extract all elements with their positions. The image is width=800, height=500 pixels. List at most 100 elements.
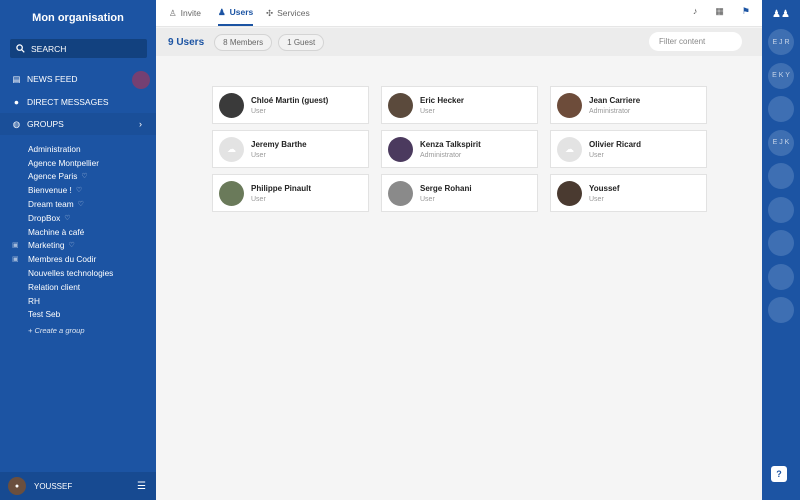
create-group-link[interactable]: + Create a group	[28, 326, 85, 335]
rail-avatar[interactable]: E J K	[768, 129, 794, 156]
tab-users[interactable]: ♟ Users	[218, 0, 254, 26]
favorite-icon[interactable]: ♡	[78, 200, 84, 208]
user-card[interactable]: Chloé Martin (guest) User	[212, 86, 369, 124]
sidebar: Mon organisation SEARCH ▤ NEWS FEED ● DI…	[0, 0, 156, 500]
sidebar-group-item[interactable]: DropBox ♡	[0, 211, 156, 225]
user-info: Philippe Pinault User	[251, 184, 311, 203]
user-plus-icon: ♙	[169, 7, 177, 18]
sidebar-group-label: Agence Paris	[28, 171, 78, 182]
calendar-icon[interactable]: ▦	[715, 6, 724, 17]
user-role: User	[420, 195, 435, 203]
user-card[interactable]: ☁ Jeremy Barthe User	[212, 130, 369, 168]
rail-avatar[interactable]: E J R	[768, 29, 794, 55]
user-role: User	[420, 107, 435, 115]
sidebar-group-item[interactable]: Bienvenue ! ♡	[0, 183, 156, 197]
tab-services[interactable]: ✣ Services	[266, 0, 310, 26]
favorite-icon[interactable]: ♡	[68, 241, 74, 249]
user-name: Jean Carriere	[589, 95, 641, 105]
user-role: User	[589, 151, 604, 159]
user-card[interactable]: Philippe Pinault User	[212, 174, 369, 212]
user-role: User	[251, 107, 266, 115]
org-title[interactable]: Mon organisation	[0, 12, 156, 24]
user-name: Jeremy Barthe	[251, 139, 307, 149]
settings-sliders-icon[interactable]: ☰	[137, 481, 146, 492]
help-chat-icon[interactable]: ?	[771, 466, 787, 482]
sidebar-group-item[interactable]: Relation client	[0, 280, 156, 294]
sidebar-group-item[interactable]: Dream team ♡	[0, 197, 156, 211]
user-card[interactable]: ☁ Olivier Ricard User	[550, 130, 707, 168]
sidebar-group-label: RH	[28, 295, 40, 306]
users-filter-bar: 9 Users 8 Members 1 Guest	[156, 28, 762, 56]
user-card[interactable]: Jean Carriere Administrator	[550, 86, 707, 124]
user-grid: Chloé Martin (guest) User Eric Hecker User J…	[212, 86, 707, 212]
user-card[interactable]: Serge Rohani User	[381, 174, 538, 212]
search-label: SEARCH	[31, 43, 67, 54]
sidebar-group-label: Machine à café	[28, 226, 85, 237]
rail-avatar[interactable]	[768, 196, 794, 223]
avatar	[388, 180, 413, 206]
user-name: Chloé Martin (guest)	[251, 95, 329, 105]
avatar	[219, 92, 244, 118]
nav-direct-messages[interactable]: ● DIRECT MESSAGES	[0, 91, 156, 113]
avatar: ☁	[557, 136, 582, 162]
user-role: Administrator	[589, 107, 631, 115]
favorite-icon[interactable]: ♡	[64, 214, 70, 222]
rail-avatar[interactable]	[768, 297, 794, 323]
rail-avatar[interactable]	[768, 96, 794, 122]
sidebar-group-label: Bienvenue !	[28, 185, 72, 196]
sidebar-group-item[interactable]: ▣ Membres du Codir	[0, 252, 156, 266]
rail-avatar[interactable]	[768, 230, 794, 256]
user-info: Jeremy Barthe User	[251, 140, 307, 159]
user-card[interactable]: Eric Hecker User	[381, 86, 538, 124]
rail-avatar[interactable]: E K Y	[768, 62, 794, 89]
top-icons: ♪ ▦ ⚑	[693, 6, 750, 17]
sidebar-group-item[interactable]: Administration	[0, 142, 156, 156]
sidebar-group-item[interactable]: ▣ Marketing ♡	[0, 239, 156, 253]
rail-avatar[interactable]	[768, 263, 794, 290]
rail-avatar[interactable]	[768, 163, 794, 189]
top-bar: ♙ Invite ♟ Users ✣ Services ♪ ▦ ⚑	[156, 0, 762, 27]
search-button[interactable]: SEARCH	[10, 39, 147, 58]
guest-filter-pill[interactable]: 1 Guest	[278, 33, 325, 51]
user-role: User	[251, 151, 266, 159]
favorite-icon[interactable]: ♡	[76, 186, 82, 194]
sidebar-group-item[interactable]: Machine à café	[0, 225, 156, 239]
search-icon	[16, 44, 25, 53]
sidebar-group-item[interactable]: RH	[0, 294, 156, 308]
user-info: Serge Rohani User	[420, 184, 472, 203]
avatar[interactable]: ●	[8, 477, 26, 495]
nav-news-feed[interactable]: ▤ NEWS FEED	[0, 68, 156, 90]
tab-invite[interactable]: ♙ Invite	[169, 0, 201, 26]
right-rail: ♟♟ ? E J R E K Y E J K	[762, 0, 800, 500]
user-info: Eric Hecker User	[420, 96, 464, 115]
favorite-icon[interactable]: ♡	[81, 172, 87, 180]
users-count[interactable]: 9 Users	[168, 37, 204, 48]
user-info: Jean Carriere Administrator	[589, 96, 640, 115]
sidebar-group-item[interactable]: Agence Paris ♡	[0, 170, 156, 184]
user-name: Youssef	[589, 183, 620, 193]
users-icon: ♟	[218, 6, 226, 17]
sidebar-group-label: Relation client	[28, 281, 81, 292]
user-card[interactable]: Youssef User	[550, 174, 707, 212]
nav-news-feed-label: NEWS FEED	[27, 74, 78, 84]
members-filter-pill[interactable]: 8 Members	[214, 33, 273, 51]
group-list: Administration Agence Montpellier Agence P…	[0, 142, 156, 321]
user-card[interactable]: Kenza Talkspirit Administrator	[381, 130, 538, 168]
user-info: Youssef User	[589, 184, 620, 203]
sidebar-group-item[interactable]: Agence Montpellier	[0, 156, 156, 170]
bell-icon[interactable]: ♪	[693, 6, 698, 17]
sidebar-group-label: Dream team	[28, 199, 74, 210]
user-info: Chloé Martin (guest) User	[251, 96, 328, 115]
flag-icon[interactable]: ⚑	[742, 6, 750, 17]
user-info: Kenza Talkspirit Administrator	[420, 140, 481, 159]
user-role: Administrator	[420, 151, 462, 159]
filter-content-input[interactable]	[649, 32, 742, 51]
contacts-icon[interactable]: ♟♟	[772, 9, 790, 20]
sidebar-group-item[interactable]: Nouvelles technologies	[0, 266, 156, 280]
services-icon: ✣	[266, 7, 274, 18]
sidebar-group-label: Administration	[28, 143, 81, 154]
sidebar-group-item[interactable]: Test Seb	[0, 308, 156, 322]
sidebar-group-label: DropBox	[28, 212, 61, 223]
current-user-name[interactable]: YOUSSEF	[34, 482, 72, 491]
nav-groups[interactable]: ◍ GROUPS ›	[0, 113, 156, 135]
